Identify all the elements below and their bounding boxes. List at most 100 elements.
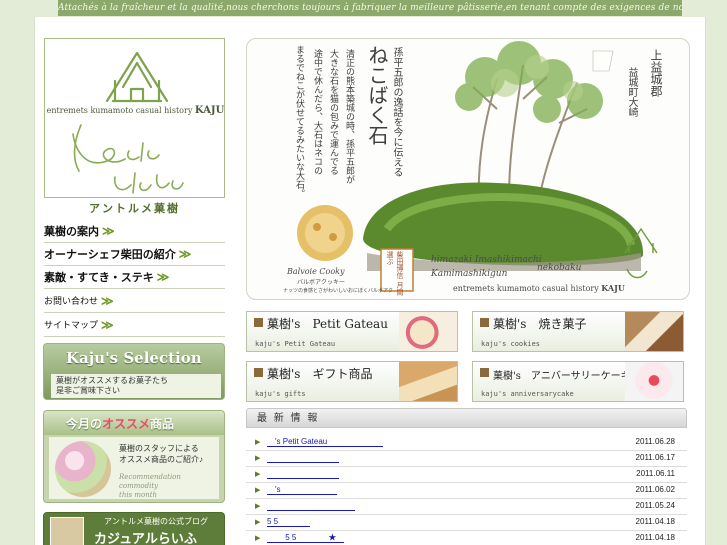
chevron-right-icon: ≫ (156, 270, 170, 284)
news-link[interactable] (267, 453, 339, 463)
recommend-title: 今月のオススメ商品 (66, 415, 174, 432)
hero-text-col2: 益城町大崎 (626, 67, 637, 117)
tile-anniversary-cake[interactable]: 菓樹's アニバーサリーケーキ kaju's anniversarycake (472, 361, 684, 402)
news-row: ▶ 5 5 ★ 2011.04.18 (246, 531, 687, 545)
recommend-body: 菓樹のスタッフによる オススメ商品のご紹介♪ Recommendation co… (49, 437, 219, 499)
macaron-image (55, 441, 111, 497)
triangle-bullet-icon: ▶ (255, 471, 261, 478)
tile-title: 菓樹's ギフト商品 (267, 367, 373, 381)
news-row: ▶ 2011.05.24 (246, 499, 687, 515)
chevron-right-icon: ≫ (102, 224, 115, 238)
news-date: 2011.06.11 (636, 469, 675, 478)
news-link[interactable] (267, 501, 355, 511)
blog-banner[interactable]: アントルメ菓樹の公式ブログ カジュアルらいふ (43, 512, 225, 545)
chevron-right-icon: ≫ (101, 317, 114, 332)
news-row: ▶ 5 5 2011.04.18 (246, 515, 687, 531)
tagline-text: Attachés à la fraîcheur et la qualité,no… (58, 3, 682, 13)
news-list: ▶ 's Petit Gateau 2011.06.28 ▶ 2011.06.1… (246, 428, 687, 545)
nav-item-label: お問い合わせ (44, 296, 99, 306)
hero-romaji-2: Kamimashikigun (431, 269, 508, 279)
house-logo-icon (72, 51, 184, 194)
tile-en: kaju's gifts (255, 390, 306, 398)
news-date: 2011.05.24 (635, 501, 675, 510)
anniversary-cake-image (625, 362, 683, 401)
news-link[interactable]: 5 5 ★ (267, 533, 345, 543)
nav-item-label: 菓樹の案内 (44, 226, 99, 238)
logo-caption-small: entremets kumamoto casual history (46, 106, 193, 115)
nav-item-sitemap[interactable]: サイトマップ ≫ (44, 313, 225, 337)
tile-title: 菓樹's アニバーサリーケーキ (493, 371, 631, 382)
blog-subtitle: アントルメ菓樹の公式ブログ (104, 517, 208, 526)
tagline-bar: Attachés à la fraîcheur et la qualité,no… (58, 0, 682, 16)
tile-petit-gateau[interactable]: 菓樹's Petit Gateau kaju's Petit Gateau (246, 311, 458, 352)
news-link[interactable]: 5 5 (267, 517, 311, 527)
tile-title: 菓樹's Petit Gateau (267, 317, 388, 331)
food-caption: ナッツの食感とさがわいしいおにぼくバルボアク (283, 288, 394, 294)
selection-title: Kaju's Selection (66, 349, 202, 367)
square-bullet-icon (254, 368, 263, 377)
recommend-text-line2: オススメ商品のご紹介♪ (119, 455, 203, 464)
hero-text-col7: 途中で休んだら、大石はネコの (312, 49, 322, 175)
hero-en-caption: entremets kumamoto casual history KAJU (453, 283, 625, 293)
tile-title: 菓樹's 焼き菓子 (493, 317, 587, 331)
triangle-bullet-icon: ▶ (255, 487, 261, 494)
chevron-right-icon: ≫ (101, 293, 114, 308)
tile-en: kaju's Petit Gateau (255, 340, 336, 348)
recommend-title-prefix: 今月の (66, 417, 103, 431)
nav-item-label: オーナーシェフ柴田の紹介 (44, 249, 176, 261)
selection-subtext: 菓樹がオススメするお菓子たち 是非ご賞味下さい (51, 374, 221, 398)
chevron-right-icon: ≫ (178, 247, 192, 261)
news-date: 2011.06.02 (635, 485, 675, 494)
nav-item-label: サイトマップ (44, 320, 99, 330)
cookies-image (625, 312, 683, 351)
news-date: 2011.04.18 (635, 533, 675, 542)
brand-name-jp: アントルメ菓樹 (89, 202, 180, 215)
news-date: 2011.06.28 (635, 437, 675, 446)
food-label-jp: バルボアクッキー (297, 279, 346, 286)
news-row: ▶ 's 2011.06.02 (246, 483, 687, 499)
tile-en: kaju's anniversarycake (481, 390, 574, 398)
hero-text-col6: 大きな石を猫の包みで運んでる (328, 49, 338, 175)
triangle-bullet-icon: ▶ (255, 535, 261, 542)
news-date: 2011.06.17 (635, 453, 675, 462)
triangle-bullet-icon: ▶ (255, 503, 261, 510)
square-bullet-icon (254, 318, 263, 327)
recommend-en: Recommendation commodity this month (119, 473, 219, 500)
square-bullet-icon (480, 318, 489, 327)
news-link[interactable] (267, 469, 339, 479)
square-bullet-icon (480, 368, 489, 377)
tile-cookies[interactable]: 菓樹's 焼き菓子 kaju's cookies (472, 311, 684, 352)
selection-sub-line1: 菓樹がオススメするお菓子たち (56, 376, 168, 385)
nav-item-suteki[interactable]: 素敵・すてき・ステキ ≫ (44, 266, 225, 289)
shop-photo-thumbnail (50, 517, 84, 545)
recommend-en-line2: this month (119, 491, 158, 499)
monthly-recommend-banner[interactable]: 今月のオススメ商品 菓樹のスタッフによる オススメ商品のご紹介♪ Recomme… (43, 410, 225, 503)
news-date: 2011.04.18 (635, 517, 675, 526)
tile-en: kaju's cookies (481, 340, 541, 348)
recommend-title-highlight: オススメ (102, 417, 151, 431)
tile-gifts[interactable]: 菓樹's ギフト商品 kaju's gifts (246, 361, 458, 402)
nav-item-chef[interactable]: オーナーシェフ柴田の紹介 ≫ (44, 243, 225, 266)
news-row: ▶ 's Petit Gateau 2011.06.28 (246, 435, 687, 451)
kaju-selection-banner[interactable]: Kaju's Selection 菓樹がオススメするお菓子たち 是非ご賞味下さい (43, 343, 225, 400)
recommend-text: 菓樹のスタッフによる オススメ商品のご紹介♪ (119, 443, 203, 465)
gift-image (399, 362, 457, 401)
nav-item-about[interactable]: 菓樹の案内 ≫ (44, 220, 225, 243)
triangle-bullet-icon: ▶ (255, 455, 261, 462)
recommend-en-line1: Recommendation commodity (119, 473, 181, 490)
hero-text-col8: まるでねこが伏せてるみたいな大石。 (294, 45, 304, 198)
hero-cat-word: nekobaku (537, 263, 582, 273)
news-row: ▶ 2011.06.11 (246, 467, 687, 483)
hero-text-col1: 上益城郡 (649, 49, 663, 97)
site-logo[interactable]: entremets kumamoto casual history KAJU (44, 38, 225, 198)
nav-item-contact[interactable]: お問い合わせ ≫ (44, 289, 225, 313)
food-label: Balvoie Cooky (287, 267, 345, 276)
hero-illustration: 上益城郡 益城町大崎 孫平五郎の逸話を今に伝える ねこばく石 清正の熊本築城の時… (246, 38, 690, 300)
news-section: 最 新 情 報 ▶ 's Petit Gateau 2011.06.28 ▶ 2… (246, 408, 687, 545)
news-link[interactable]: 's Petit Gateau (267, 437, 384, 447)
blog-title: カジュアルらいふ (94, 532, 197, 545)
side-nav: 菓樹の案内 ≫ オーナーシェフ柴田の紹介 ≫ 素敵・すてき・ステキ ≫ お問い合わせ ≫… (44, 220, 225, 337)
news-link[interactable]: 's (267, 485, 337, 495)
nav-item-label: 素敵・すてき・ステキ (44, 272, 154, 284)
hero-en-small: entremets kumamoto casual history (453, 284, 599, 293)
